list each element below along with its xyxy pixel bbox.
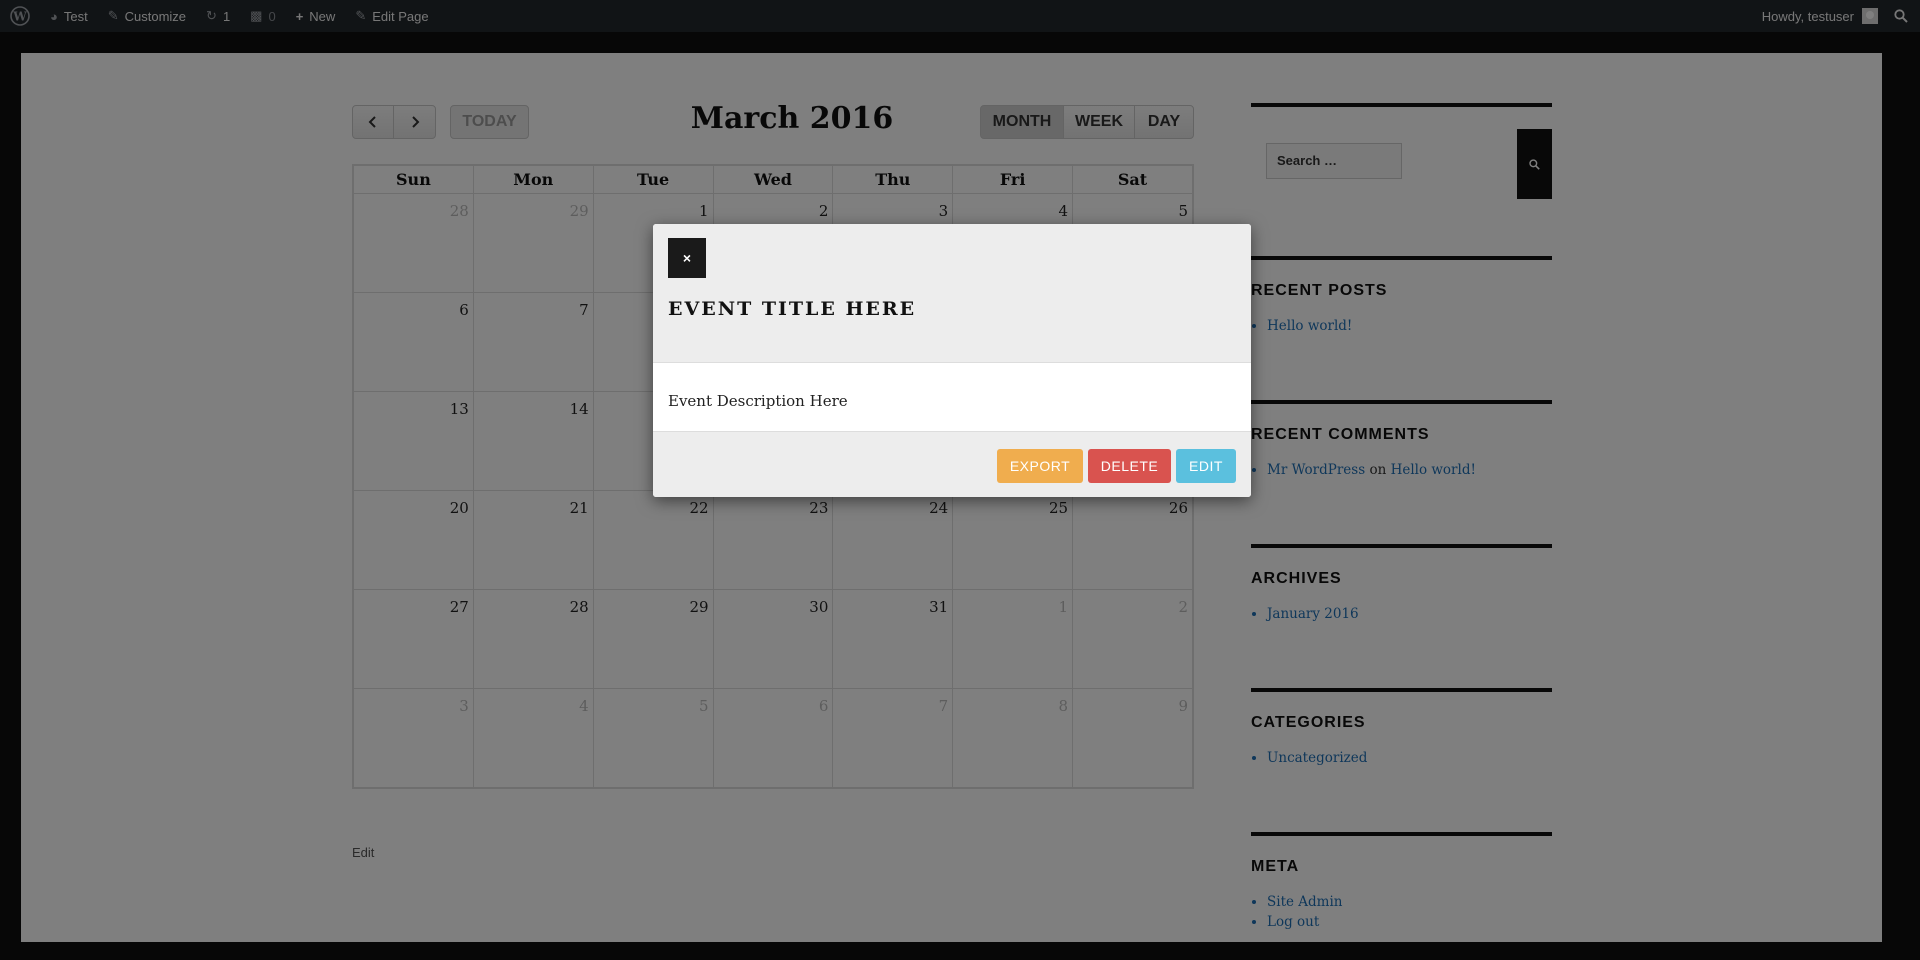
delete-button[interactable]: DELETE: [1088, 449, 1171, 483]
modal-footer: EXPORT DELETE EDIT: [653, 431, 1251, 497]
event-modal: × EVENT TITLE HERE Event Description Her…: [653, 224, 1251, 497]
modal-header: × EVENT TITLE HERE: [653, 224, 1251, 363]
event-title: EVENT TITLE HERE: [668, 298, 917, 320]
close-button[interactable]: ×: [668, 238, 706, 278]
modal-body: Event Description Here: [653, 363, 1251, 431]
export-button[interactable]: EXPORT: [997, 449, 1083, 483]
event-description: Event Description Here: [668, 392, 848, 410]
edit-button[interactable]: EDIT: [1176, 449, 1236, 483]
